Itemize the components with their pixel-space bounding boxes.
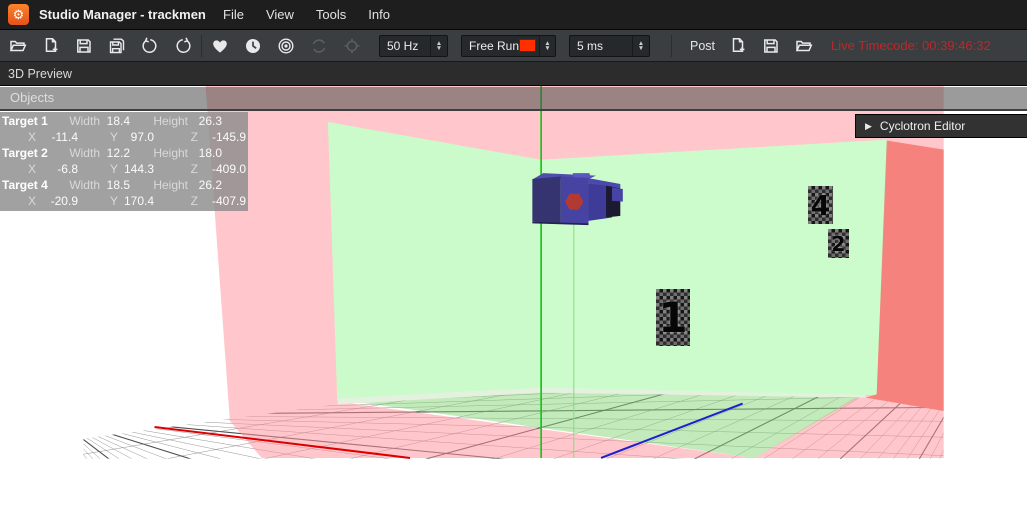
target-row: Target 2 Width 12.2 Height 18.0: [0, 145, 248, 161]
frequency-dropdown[interactable]: 50 Hz ▲▼: [379, 35, 448, 57]
y-value: 144.3: [118, 161, 154, 177]
z-label: Z: [154, 129, 198, 145]
clock-icon[interactable]: [243, 36, 263, 56]
frequency-value: 50 Hz: [380, 39, 430, 53]
post-new-file-icon[interactable]: [728, 36, 748, 56]
menu-view[interactable]: View: [256, 7, 304, 22]
cyclotron-editor-button[interactable]: ▶ Cyclotron Editor: [855, 114, 1027, 138]
menu-tools[interactable]: Tools: [306, 7, 356, 22]
live-timecode: Live Timecode: 00:39:46:32: [831, 38, 991, 53]
post-open-folder-icon[interactable]: [794, 36, 814, 56]
y-label: Y: [78, 129, 118, 145]
height-label: Height: [130, 145, 188, 161]
marker-number: 1: [658, 293, 687, 342]
objects-bar[interactable]: Objects: [0, 87, 1027, 111]
window-title: Studio Manager - trackmen: [39, 7, 209, 22]
z-label: Z: [154, 161, 198, 177]
height-value: 26.3: [188, 113, 222, 129]
spinner-arrows-icon[interactable]: ▲▼: [632, 36, 649, 56]
toolbar: 50 Hz ▲▼ Free Run ▲▼ 5 ms ▲▼ Post Live T…: [0, 30, 1027, 62]
mode-dropdown[interactable]: Free Run ▲▼: [461, 35, 556, 57]
studio-manager-window: ⚙ Studio Manager - trackmen File View To…: [0, 0, 1027, 530]
y-value: 97.0: [118, 129, 154, 145]
width-label: Width: [64, 113, 100, 129]
marker-number: 2: [832, 232, 846, 256]
target-name: Target 1: [0, 113, 64, 129]
fiducial-marker-1[interactable]: 1: [656, 289, 690, 346]
target-row: Target 1 Width 18.4 Height 26.3: [0, 113, 248, 129]
z-value: -409.0: [198, 161, 246, 177]
delay-dropdown[interactable]: 5 ms ▲▼: [569, 35, 650, 57]
target-row: X -20.9 Y 170.4 Z -407.9: [0, 193, 248, 209]
rotate-ccw-icon[interactable]: [140, 36, 160, 56]
play-triangle-icon: ▶: [865, 121, 872, 132]
target-row: Target 4 Width 18.5 Height 26.2: [0, 177, 248, 193]
z-label: Z: [154, 193, 198, 209]
3d-viewport[interactable]: Objects Target 1 Width 18.4 Height 26.3 …: [0, 86, 1027, 530]
target-readout-panel: Target 1 Width 18.4 Height 26.3 X -11.4 …: [0, 112, 248, 211]
cyclotron-editor-label: Cyclotron Editor: [880, 119, 965, 133]
spinner-arrows-icon[interactable]: ▲▼: [539, 36, 555, 56]
record-target-icon[interactable]: [276, 36, 296, 56]
app-gear-icon: ⚙: [8, 4, 29, 25]
width-value: 12.2: [100, 145, 130, 161]
z-value: -407.9: [198, 193, 246, 209]
target-name: Target 2: [0, 145, 64, 161]
menu-info[interactable]: Info: [358, 7, 400, 22]
save-icon[interactable]: [74, 36, 94, 56]
width-value: 18.5: [100, 177, 130, 193]
target-name: Target 4: [0, 177, 64, 193]
open-folder-icon[interactable]: [8, 36, 28, 56]
fiducial-marker-2[interactable]: 2: [828, 229, 849, 258]
width-value: 18.4: [100, 113, 130, 129]
menu-bar: File View Tools Info: [213, 7, 402, 22]
x-value: -6.8: [36, 161, 78, 177]
x-label: X: [0, 161, 36, 177]
mode-value: Free Run: [462, 39, 519, 53]
new-file-icon[interactable]: [41, 36, 61, 56]
crosshair-disabled-icon: [342, 36, 362, 56]
y-label: Y: [78, 161, 118, 177]
y-label: Y: [78, 193, 118, 209]
target-row: X -6.8 Y 144.3 Z -409.0: [0, 161, 248, 177]
x-value: -20.9: [36, 193, 78, 209]
heart-icon[interactable]: [210, 36, 230, 56]
sync-disabled-icon: [309, 36, 329, 56]
title-bar: ⚙ Studio Manager - trackmen File View To…: [0, 0, 1027, 30]
toolbar-separator: [201, 35, 202, 57]
marker-number: 4: [811, 189, 830, 222]
x-label: X: [0, 193, 36, 209]
mode-status-indicator: [519, 39, 536, 52]
preview-title-bar: 3D Preview: [0, 62, 1027, 86]
height-label: Height: [130, 177, 188, 193]
toolbar-separator: [671, 35, 672, 57]
height-value: 26.2: [188, 177, 222, 193]
fiducial-marker-4[interactable]: 4: [808, 186, 833, 224]
target-row: X -11.4 Y 97.0 Z -145.9: [0, 129, 248, 145]
width-label: Width: [64, 145, 100, 161]
height-value: 18.0: [188, 145, 222, 161]
objects-label: Objects: [10, 90, 54, 105]
width-label: Width: [64, 177, 100, 193]
x-label: X: [0, 129, 36, 145]
post-label: Post: [690, 39, 715, 53]
save-all-icon[interactable]: [107, 36, 127, 56]
menu-file[interactable]: File: [213, 7, 254, 22]
delay-value: 5 ms: [570, 39, 632, 53]
post-save-icon[interactable]: [761, 36, 781, 56]
rotate-cw-icon[interactable]: [173, 36, 193, 56]
height-label: Height: [130, 113, 188, 129]
preview-title: 3D Preview: [8, 67, 72, 81]
y-value: 170.4: [118, 193, 154, 209]
spinner-arrows-icon[interactable]: ▲▼: [430, 36, 447, 56]
z-value: -145.9: [198, 129, 246, 145]
x-value: -11.4: [36, 129, 78, 145]
